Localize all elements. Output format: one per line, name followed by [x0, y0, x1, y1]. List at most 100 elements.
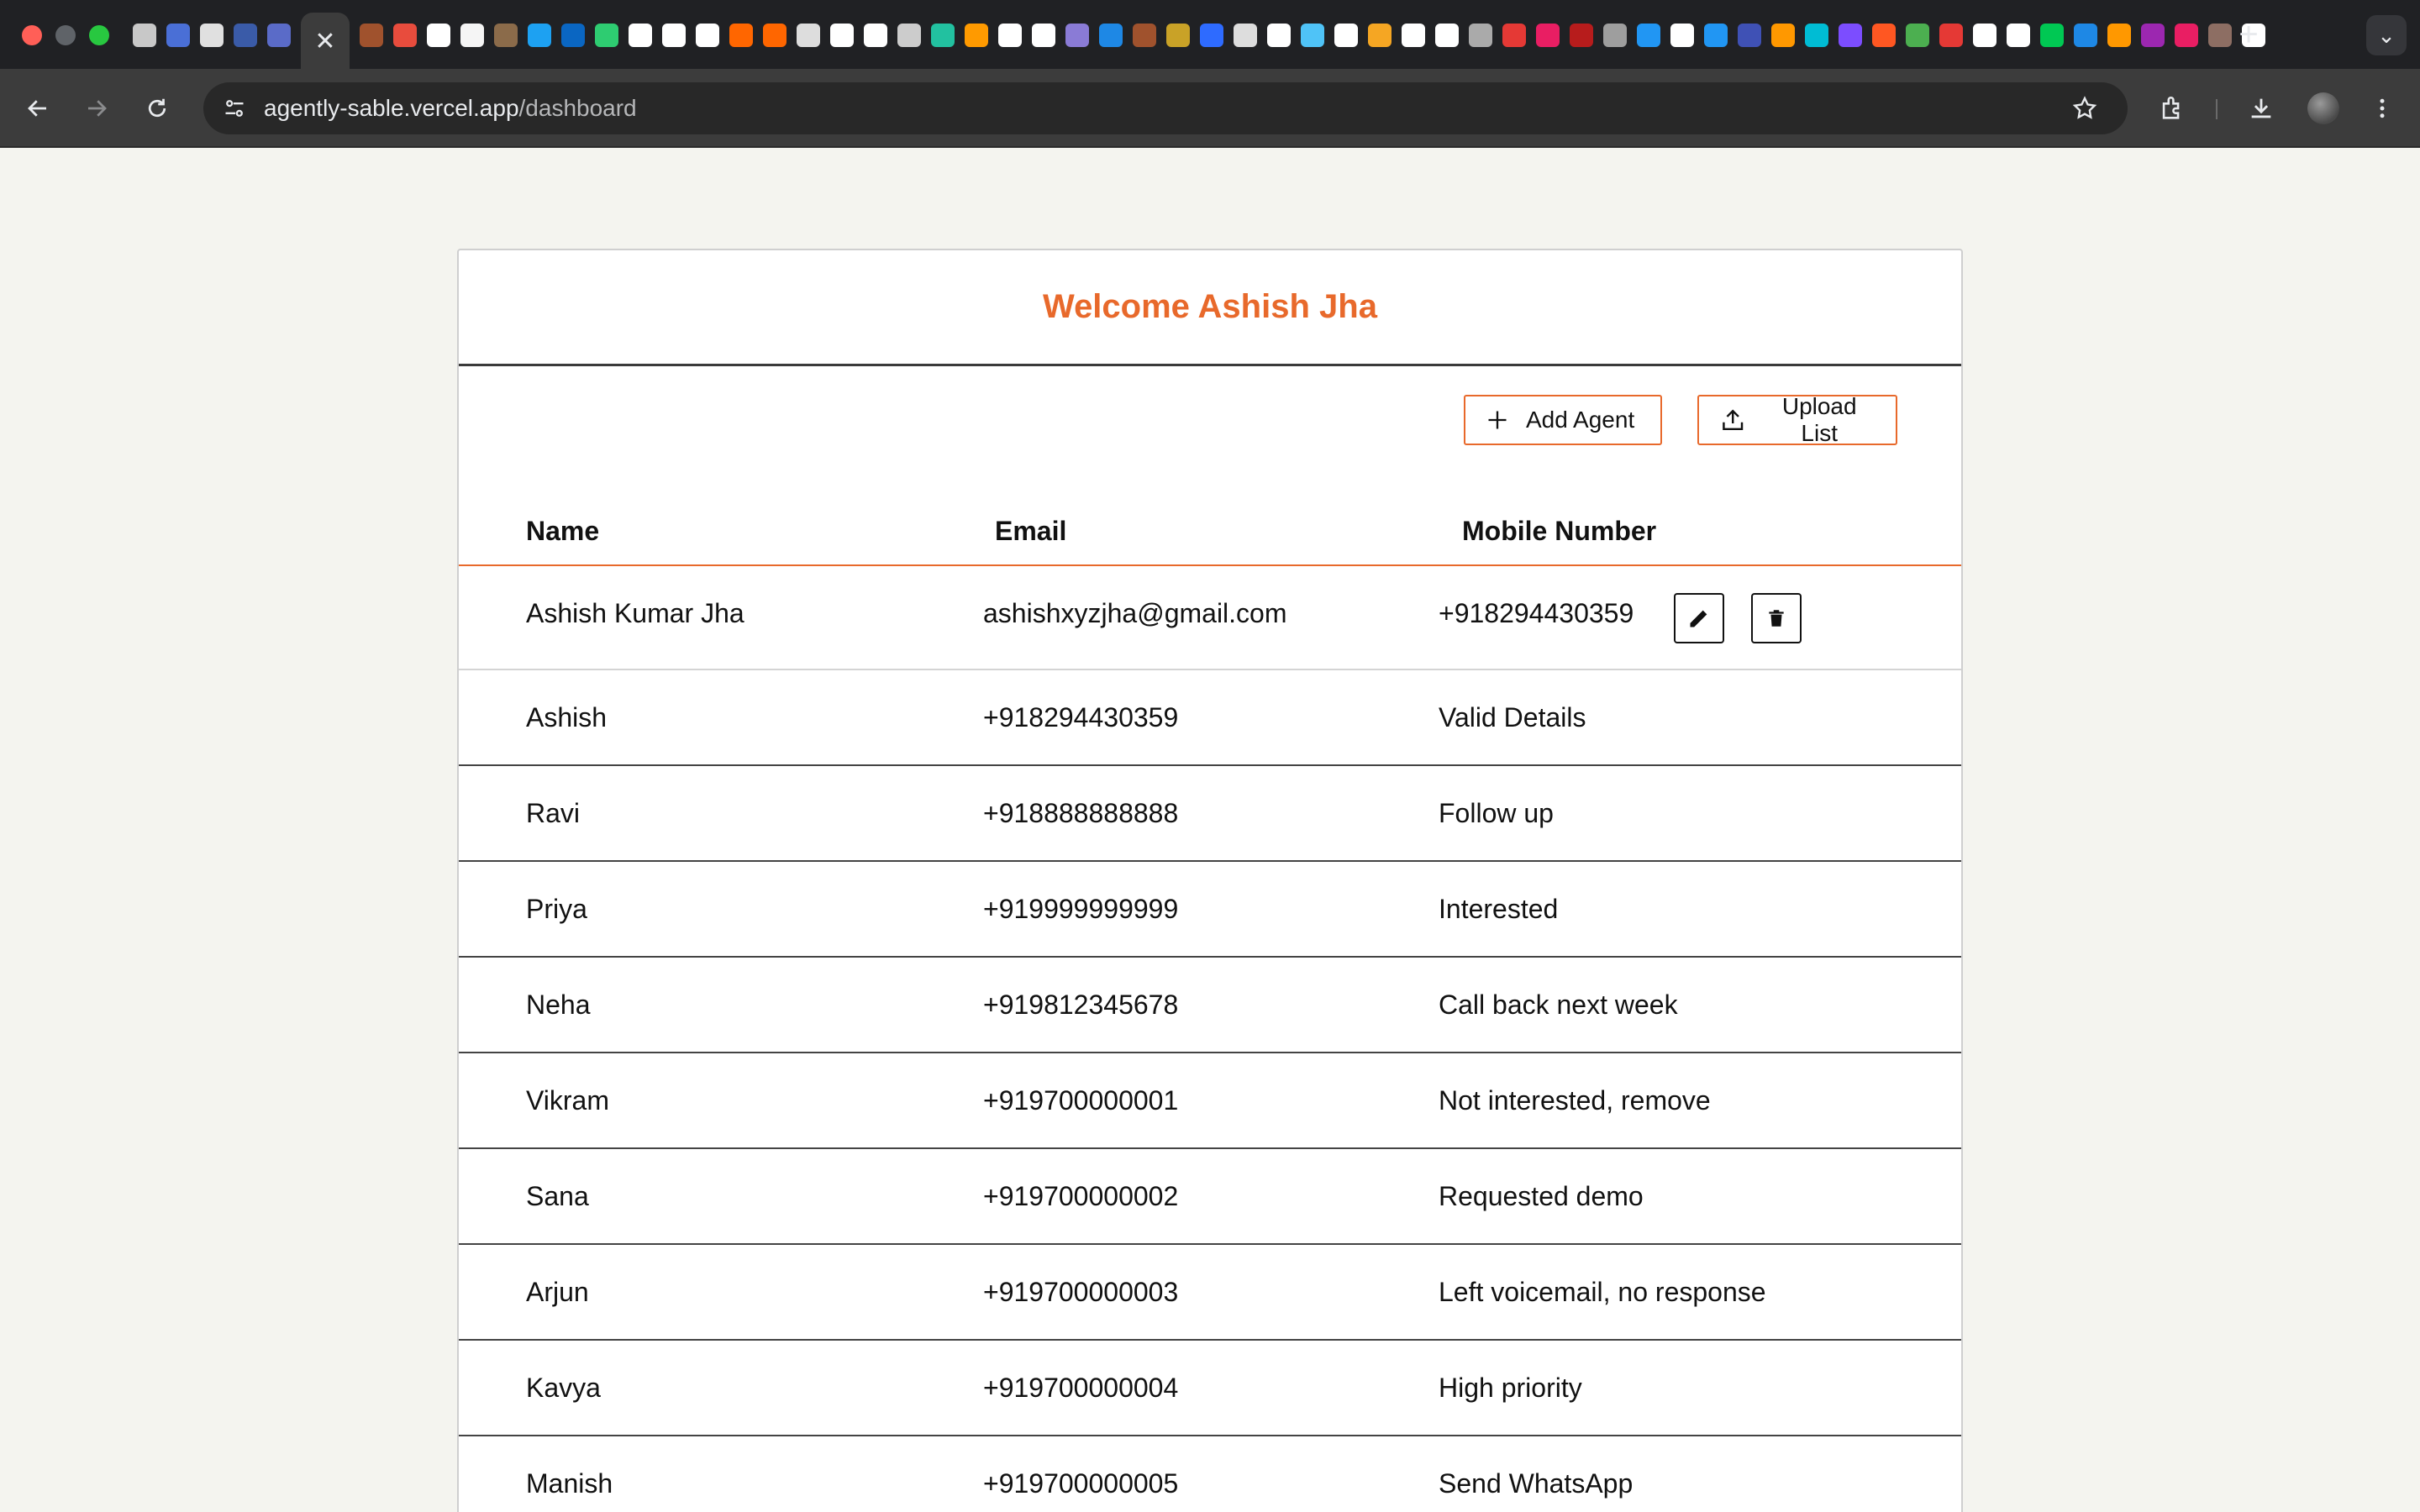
- tab-search-button[interactable]: ⌄: [2366, 15, 2407, 55]
- window-close-button[interactable]: [22, 25, 42, 45]
- pinned-tab-favicon-icon[interactable]: [2002, 18, 2035, 52]
- forward-button[interactable]: [77, 89, 116, 128]
- pinned-tab-favicon-icon[interactable]: [2136, 18, 2170, 52]
- upload-list-label: Upload List: [1781, 393, 1857, 446]
- pinned-tab-favicon-icon[interactable]: [195, 18, 229, 52]
- pinned-tab-favicon-icon[interactable]: [1161, 18, 1195, 52]
- pinned-tab-favicon-icon[interactable]: [1598, 18, 1632, 52]
- address-bar[interactable]: agently-sable.vercel.app/dashboard: [203, 82, 2128, 134]
- pinned-tab-favicon-icon[interactable]: [355, 18, 388, 52]
- cell-name: Manish: [526, 1468, 613, 1499]
- pinned-tab-favicon-icon[interactable]: [1296, 18, 1329, 52]
- pinned-tab-favicon-icon[interactable]: [792, 18, 825, 52]
- add-agent-label: Add Agent: [1526, 407, 1635, 433]
- pinned-tab-favicon-icon[interactable]: [262, 18, 296, 52]
- pinned-tab-favicon-icon[interactable]: [1195, 18, 1228, 52]
- upload-list-button[interactable]: Upload List: [1697, 393, 1897, 446]
- pinned-tab-favicon-icon[interactable]: [229, 18, 262, 52]
- pinned-tab-favicon-icon[interactable]: [1228, 18, 1262, 52]
- pinned-tab-favicon-icon[interactable]: [1800, 18, 1833, 52]
- pinned-tab-favicon-icon[interactable]: [1934, 18, 1968, 52]
- pinned-tab-favicon-icon[interactable]: [859, 18, 892, 52]
- edit-agent-button[interactable]: [1674, 593, 1724, 643]
- cell-email: +919700000001: [983, 1085, 1179, 1116]
- pinned-tab-favicon-icon[interactable]: [2102, 18, 2136, 52]
- pinned-tab-favicon-icon[interactable]: [422, 18, 455, 52]
- pinned-tab-favicon-icon[interactable]: [657, 18, 691, 52]
- cell-name: Neha: [526, 990, 591, 1020]
- window-maximize-button[interactable]: [89, 25, 109, 45]
- pinned-tab-favicon-icon[interactable]: [1329, 18, 1363, 52]
- cell-mobile: Requested demo: [1439, 1181, 1644, 1211]
- pinned-tab-favicon-icon[interactable]: [1262, 18, 1296, 52]
- pinned-tab-favicon-icon[interactable]: [1665, 18, 1699, 52]
- pinned-tab-favicon-icon[interactable]: [1027, 18, 1060, 52]
- pinned-tab-favicon-icon[interactable]: [825, 18, 859, 52]
- pinned-tab-favicon-icon[interactable]: [1766, 18, 1800, 52]
- pinned-tab-favicon-icon[interactable]: [590, 18, 623, 52]
- pinned-tab-favicon-icon[interactable]: [1397, 18, 1430, 52]
- pinned-tab-favicon-icon[interactable]: [1968, 18, 2002, 52]
- pinned-tab-favicon-icon[interactable]: [1901, 18, 1934, 52]
- pinned-tab-favicon-icon[interactable]: [489, 18, 523, 52]
- pinned-tab-favicon-icon[interactable]: [758, 18, 792, 52]
- pinned-tab-favicon-icon[interactable]: [1497, 18, 1531, 52]
- profile-avatar[interactable]: [2304, 89, 2343, 128]
- window-minimize-button[interactable]: [55, 25, 76, 45]
- browser-toolbar: agently-sable.vercel.app/dashboard: [0, 69, 2420, 148]
- extensions-icon[interactable]: [2153, 89, 2191, 128]
- table-row: Vikram +919700000001 Not interested, rem…: [459, 1053, 1961, 1149]
- table-row: Neha +919812345678 Call back next week: [459, 958, 1961, 1053]
- agents-table-body: Ashish Kumar Jha ashishxyzjha@gmail.com …: [459, 566, 1961, 1512]
- cell-mobile: Valid Details: [1439, 702, 1586, 732]
- pinned-tab-favicon-icon[interactable]: [1464, 18, 1497, 52]
- cell-name: Vikram: [526, 1085, 609, 1116]
- pinned-tab-favicon-icon[interactable]: [1733, 18, 1766, 52]
- pinned-tab-favicon-icon[interactable]: [388, 18, 422, 52]
- pinned-tab-favicon-icon[interactable]: [691, 18, 724, 52]
- bookmark-star-icon[interactable]: [2065, 89, 2104, 128]
- pinned-tab-favicon-icon[interactable]: [1094, 18, 1128, 52]
- pinned-tab-favicon-icon[interactable]: [1867, 18, 1901, 52]
- delete-agent-button[interactable]: [1751, 593, 1802, 643]
- pinned-tab-favicon-icon[interactable]: [892, 18, 926, 52]
- plus-icon: [1488, 411, 1507, 429]
- pinned-tab-favicon-icon[interactable]: [1565, 18, 1598, 52]
- pinned-tab-favicon-icon[interactable]: [1531, 18, 1565, 52]
- pinned-tab-favicon-icon[interactable]: [1060, 18, 1094, 52]
- pinned-tab-favicon-icon[interactable]: [128, 18, 161, 52]
- table-row: Arjun +919700000003 Left voicemail, no r…: [459, 1245, 1961, 1341]
- site-info-icon[interactable]: [215, 89, 254, 128]
- pinned-tab-favicon-icon[interactable]: [993, 18, 1027, 52]
- pinned-tab-favicon-icon[interactable]: [2035, 18, 2069, 52]
- pinned-tab-favicon-icon[interactable]: [161, 18, 195, 52]
- action-buttons: Add Agent Upload List: [1464, 393, 1897, 446]
- pinned-tab-favicon-icon[interactable]: [623, 18, 657, 52]
- pinned-tab-favicon-icon[interactable]: [1128, 18, 1161, 52]
- pinned-tab-favicon-icon[interactable]: [1632, 18, 1665, 52]
- add-agent-button[interactable]: Add Agent: [1464, 395, 1662, 445]
- cell-name: Ashish: [526, 702, 608, 732]
- cell-mobile: +918294430359: [1439, 598, 1634, 628]
- cell-name: Sana: [526, 1181, 589, 1211]
- new-tab-button[interactable]: +: [2232, 15, 2265, 54]
- download-icon[interactable]: [2242, 89, 2281, 128]
- pinned-tab-favicon-icon[interactable]: [2069, 18, 2102, 52]
- reload-button[interactable]: [138, 89, 176, 128]
- pinned-tab-favicon-icon[interactable]: [523, 18, 556, 52]
- pinned-tab-favicon-icon[interactable]: [1833, 18, 1867, 52]
- kebab-menu-icon[interactable]: [2363, 89, 2402, 128]
- pinned-tab-favicon-icon[interactable]: [926, 18, 960, 52]
- pinned-tab-favicon-icon[interactable]: [960, 18, 993, 52]
- pinned-tab-favicon-icon[interactable]: [2170, 18, 2203, 52]
- pinned-tab-favicon-icon[interactable]: [1430, 18, 1464, 52]
- back-button[interactable]: [18, 89, 57, 128]
- pinned-tab-favicon-icon[interactable]: [1699, 18, 1733, 52]
- welcome-heading: Welcome Ashish Jha: [1043, 288, 1377, 325]
- active-tab-close-button[interactable]: ✕: [301, 13, 350, 70]
- pinned-tab-favicon-icon[interactable]: [556, 18, 590, 52]
- pinned-tab-favicon-icon[interactable]: [455, 18, 489, 52]
- cell-mobile: Follow up: [1439, 798, 1554, 828]
- pinned-tab-favicon-icon[interactable]: [1363, 18, 1397, 52]
- pinned-tab-favicon-icon[interactable]: [724, 18, 758, 52]
